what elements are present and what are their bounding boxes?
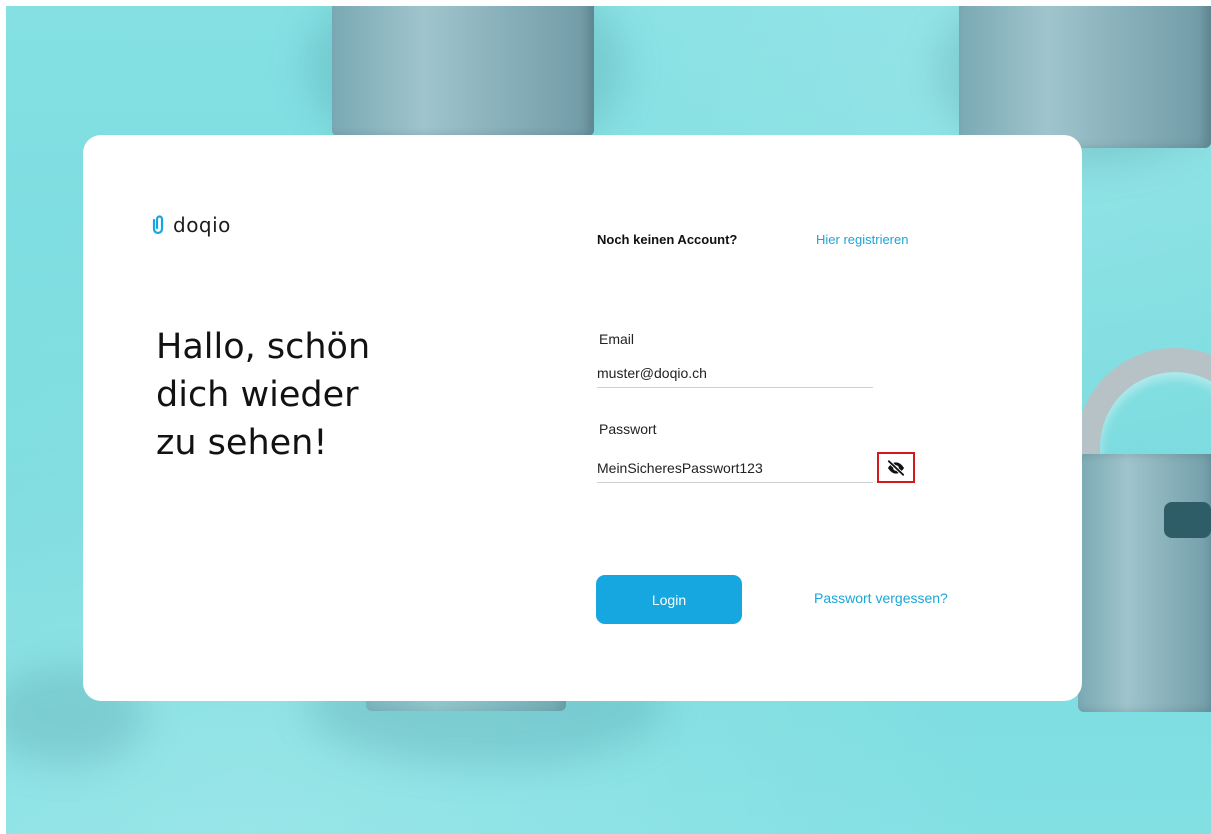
login-card: doqio Hallo, schön dich wieder zu sehen!… (83, 135, 1082, 701)
login-page: doqio Hallo, schön dich wieder zu sehen!… (6, 6, 1211, 834)
brand-name: doqio (173, 213, 231, 237)
greeting-line: dich wieder (156, 375, 359, 415)
login-button[interactable]: Login (596, 575, 742, 624)
padlock-image (1078, 454, 1211, 712)
toggle-password-visibility-button[interactable] (877, 452, 915, 483)
email-label: Email (599, 331, 635, 347)
password-label: Passwort (599, 421, 657, 437)
padlock-keyhole-image (1164, 502, 1211, 538)
paperclip-logo-icon (152, 215, 164, 235)
eye-slash-icon (887, 459, 905, 476)
email-field[interactable] (597, 365, 873, 388)
brand-logo: doqio (149, 213, 231, 237)
register-link[interactable]: Hier registrieren (816, 232, 908, 247)
greeting-line: Hallo, schön (156, 327, 371, 367)
greeting-line: zu sehen! (156, 423, 328, 463)
password-field[interactable] (597, 460, 873, 483)
greeting-heading: Hallo, schön dich wieder zu sehen! (156, 323, 476, 467)
forgot-password-link[interactable]: Passwort vergessen? (814, 590, 948, 606)
signup-prompt: Noch keinen Account? (597, 232, 738, 247)
padlock-image (959, 6, 1211, 148)
padlock-image (332, 6, 594, 136)
